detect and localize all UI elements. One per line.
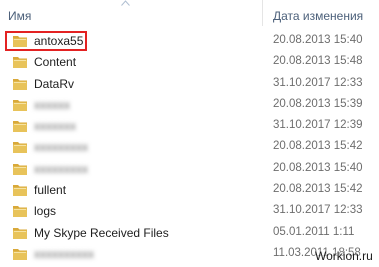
file-list-row[interactable]: fullent 20.08.2013 15:42 [0, 179, 379, 200]
file-list-row[interactable]: Content 20.08.2013 15:48 [0, 51, 379, 72]
file-list-row[interactable]: My Skype Received Files 05.01.2011 1:11 [0, 222, 379, 243]
name-column-header[interactable]: Имя [0, 0, 262, 26]
file-list-row[interactable]: xxxxxxxxx 20.08.2013 15:42 [0, 136, 379, 157]
column-header-bar: Имя Дата изменения [0, 0, 379, 26]
file-date-modified: 20.08.2013 15:42 [273, 183, 363, 196]
file-name: My Skype Received Files [34, 225, 169, 240]
folder-icon [13, 163, 27, 175]
file-list-row[interactable]: xxxxxxx 31.10.2017 12:39 [0, 115, 379, 136]
file-date-modified: 20.08.2013 15:48 [273, 55, 363, 68]
file-date-modified: 31.10.2017 12:33 [273, 204, 363, 217]
folder-icon [13, 57, 27, 69]
file-date-modified: 20.08.2013 15:42 [273, 140, 363, 153]
folder-icon [13, 185, 27, 197]
file-date-modified: 31.10.2017 12:33 [273, 76, 363, 89]
folder-icon [13, 121, 27, 133]
date-column-label: Дата изменения [273, 9, 364, 23]
file-date-modified: 31.10.2017 12:39 [273, 119, 363, 132]
file-name: xxxxxxxxx [34, 161, 88, 176]
file-list-row[interactable]: xxxxxxxxx 20.08.2013 15:40 [0, 158, 379, 179]
folder-icon [13, 248, 27, 260]
name-column-label: Имя [8, 9, 32, 23]
file-date-modified: 20.08.2013 15:40 [273, 34, 363, 46]
file-list: antoxa55 20.08.2013 15:40 Content 20.08.201… [0, 30, 379, 264]
file-date-modified: 20.08.2013 15:39 [273, 97, 363, 110]
file-date-modified: 05.01.2011 1:11 [273, 225, 355, 238]
watermark: Workion.ru [315, 249, 373, 263]
file-name: xxxxxxxxxx [34, 246, 94, 261]
folder-icon [13, 206, 27, 218]
folder-icon [13, 142, 27, 154]
file-list-row[interactable]: DataRv 31.10.2017 12:33 [0, 73, 379, 94]
folder-icon [13, 99, 27, 111]
folder-icon [13, 78, 27, 90]
file-name: Content [34, 55, 77, 70]
file-name: xxxxxxx [34, 119, 76, 134]
file-name: xxxxxx [34, 97, 70, 112]
file-list-row[interactable]: antoxa55 20.08.2013 15:40 [0, 30, 379, 51]
file-date-modified: 20.08.2013 15:40 [273, 161, 363, 174]
date-column-header[interactable]: Дата изменения [262, 0, 379, 26]
folder-icon [13, 227, 27, 239]
file-name: xxxxxxxxx [34, 140, 88, 155]
file-list-row[interactable]: logs 31.10.2017 12:33 [0, 200, 379, 221]
file-name: DataRv [34, 76, 75, 91]
folder-icon [13, 36, 27, 47]
sort-ascending-icon [121, 0, 130, 6]
file-name: fullent [34, 183, 67, 198]
file-name: antoxa55 [34, 34, 84, 48]
file-list-row[interactable]: xxxxxx 20.08.2013 15:39 [0, 94, 379, 115]
file-name: logs [34, 204, 57, 219]
